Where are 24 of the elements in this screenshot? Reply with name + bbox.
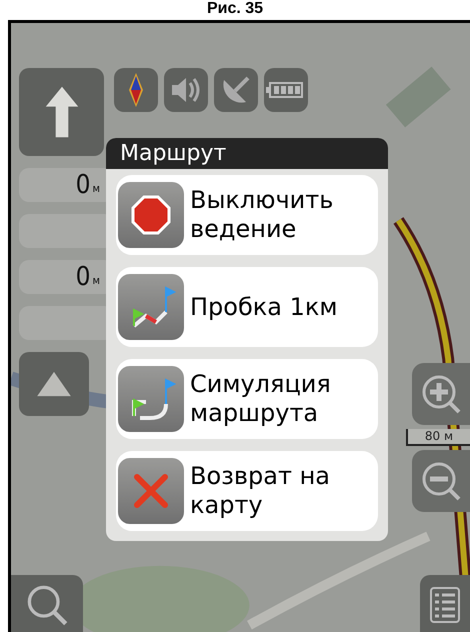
- compass-icon[interactable]: [114, 68, 158, 112]
- up-triangle-button[interactable]: [19, 352, 89, 416]
- menu-item[interactable]: Пробка 1км: [116, 267, 378, 347]
- cross-icon: [118, 458, 184, 524]
- zoom-out-button[interactable]: [412, 450, 470, 512]
- figure-caption: Рис. 35: [206, 0, 264, 19]
- zoom-in-button[interactable]: [412, 363, 470, 425]
- search-icon: [25, 583, 69, 627]
- speaker-icon[interactable]: [164, 68, 208, 112]
- battery-icon[interactable]: [264, 68, 308, 112]
- list-icon: [430, 587, 460, 623]
- menu-item[interactable]: Симуляция маршрута: [116, 359, 378, 439]
- menu-title: Маршрут: [106, 138, 388, 169]
- triangle-icon: [35, 370, 73, 398]
- satellite-dish-icon[interactable]: [214, 68, 258, 112]
- flags-route-icon: [118, 366, 184, 432]
- scale-bar: 80 м: [406, 429, 470, 446]
- list-menu-button[interactable]: [420, 575, 470, 632]
- north-arrow-button[interactable]: [19, 68, 104, 156]
- menu-item[interactable]: Возврат на карту: [116, 451, 378, 531]
- stop-sign-icon: [118, 182, 184, 248]
- search-button[interactable]: [11, 575, 83, 632]
- flags-route-icon: [118, 274, 184, 340]
- menu-item[interactable]: Выключить ведение: [116, 175, 378, 255]
